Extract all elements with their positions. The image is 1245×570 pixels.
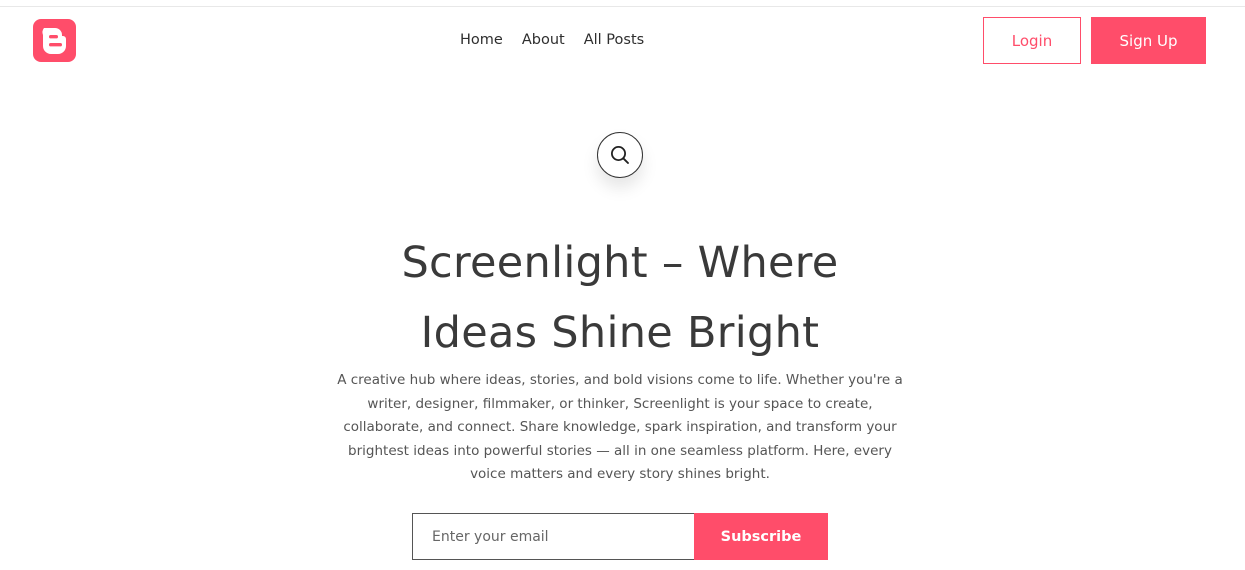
signup-button[interactable]: Sign Up xyxy=(1091,17,1206,64)
nav-all-posts-link[interactable]: All Posts xyxy=(584,30,644,50)
subscribe-form: Subscribe xyxy=(412,513,828,560)
blogger-icon xyxy=(42,28,66,54)
nav-about-link[interactable]: About xyxy=(522,30,565,50)
nav-home-link[interactable]: Home xyxy=(460,30,503,50)
search-icon xyxy=(611,146,629,164)
top-divider xyxy=(0,6,1245,7)
blogger-logo-icon[interactable] xyxy=(33,19,76,62)
subscribe-button[interactable]: Subscribe xyxy=(694,513,828,560)
hero-title: Screenlight – Where Ideas Shine Bright xyxy=(320,228,920,368)
login-button[interactable]: Login xyxy=(983,17,1081,64)
hero-title-line-2: Ideas Shine Bright xyxy=(420,308,820,358)
main-nav: Home About All Posts xyxy=(460,30,644,50)
hero-description: A creative hub where ideas, stories, and… xyxy=(337,372,903,482)
hero-title-line-1: Screenlight – Where xyxy=(401,238,839,288)
email-input[interactable] xyxy=(412,513,694,560)
search-button[interactable] xyxy=(597,132,643,178)
